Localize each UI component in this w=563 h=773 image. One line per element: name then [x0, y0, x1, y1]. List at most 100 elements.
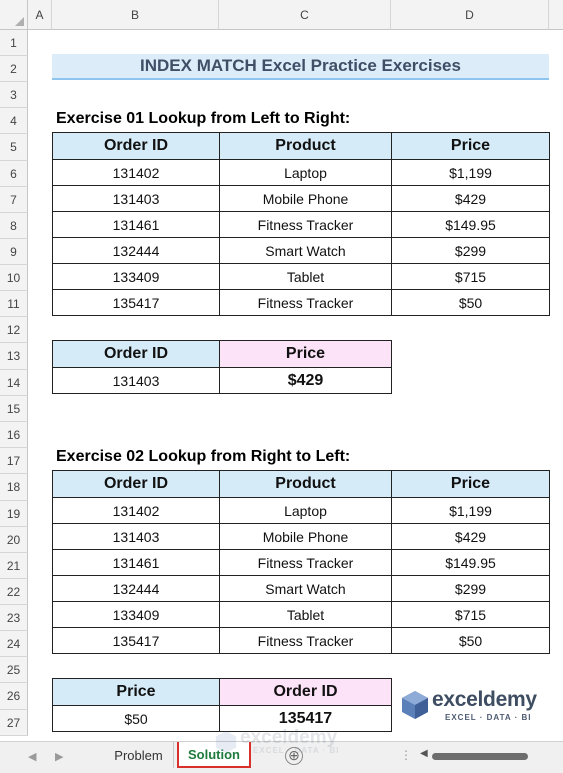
lookup-result-price[interactable]: $429 — [219, 367, 392, 394]
table-row: 131461 Fitness Tracker $149.95 — [52, 211, 550, 238]
lookup-input-price[interactable]: $50 — [52, 705, 220, 732]
row-header[interactable]: 23 — [0, 605, 28, 631]
row-header[interactable]: 14 — [0, 370, 28, 396]
row-header[interactable]: 21 — [0, 553, 28, 579]
lookup-result-order-id[interactable]: 135417 — [219, 705, 392, 732]
scrollbar-thumb[interactable] — [432, 753, 528, 760]
add-sheet-icon[interactable]: ⊕ — [285, 747, 303, 765]
exercise-1-label: Exercise 01 Lookup from Left to Right: — [56, 110, 351, 127]
header-price[interactable]: Price — [391, 470, 550, 498]
row-header[interactable]: 26 — [0, 683, 28, 710]
cell[interactable]: 132444 — [52, 237, 220, 264]
cell[interactable]: 132444 — [52, 575, 220, 602]
scroll-left-arrow-icon[interactable]: ◀ — [420, 748, 428, 759]
exceldemy-logo-icon — [402, 691, 428, 719]
cell[interactable]: $1,199 — [391, 159, 550, 186]
sheet-tab-bar: ◀ ▶ Problem Solution ⊕ ⋮ ◀ — [0, 741, 563, 773]
scroll-tabs-left-icon[interactable]: ◀ — [28, 750, 36, 763]
sheet-title: INDEX MATCH Excel Practice Exercises — [52, 54, 549, 80]
lookup-header-order-id[interactable]: Order ID — [52, 340, 220, 368]
cell[interactable]: $715 — [391, 263, 550, 290]
column-header-b[interactable]: B — [52, 0, 219, 30]
row-header[interactable]: 20 — [0, 527, 28, 553]
row-header[interactable]: 9 — [0, 239, 28, 265]
cell[interactable]: $149.95 — [391, 549, 550, 576]
tab-solution[interactable]: Solution — [177, 742, 251, 768]
column-header-c[interactable]: C — [219, 0, 391, 30]
cell[interactable]: $299 — [391, 237, 550, 264]
row-header[interactable]: 27 — [0, 710, 28, 736]
cell[interactable]: $50 — [391, 289, 550, 316]
cell[interactable]: Smart Watch — [219, 237, 392, 264]
lookup-header-price[interactable]: Price — [219, 340, 392, 368]
row-header[interactable]: 10 — [0, 265, 28, 291]
cell[interactable]: Mobile Phone — [219, 523, 392, 550]
row-header[interactable]: 4 — [0, 108, 28, 134]
column-header-d[interactable]: D — [391, 0, 549, 30]
header-product[interactable]: Product — [219, 132, 392, 160]
scroll-tabs-right-icon[interactable]: ▶ — [55, 750, 63, 763]
table-row: 131402 Laptop $1,199 — [52, 159, 550, 186]
lookup-header-order-id[interactable]: Order ID — [219, 678, 392, 706]
row-header[interactable]: 11 — [0, 291, 28, 317]
cell[interactable]: 131402 — [52, 497, 220, 524]
lookup-header-price[interactable]: Price — [52, 678, 220, 706]
row-header[interactable]: 7 — [0, 187, 28, 213]
cell[interactable]: 131403 — [52, 523, 220, 550]
cell[interactable]: 133409 — [52, 263, 220, 290]
header-order-id[interactable]: Order ID — [52, 132, 220, 160]
row-header[interactable]: 16 — [0, 422, 28, 448]
cell[interactable]: $1,199 — [391, 497, 550, 524]
row-header[interactable]: 17 — [0, 448, 28, 474]
cell[interactable]: 131402 — [52, 159, 220, 186]
row-header[interactable]: 8 — [0, 213, 28, 239]
cell[interactable]: $299 — [391, 575, 550, 602]
row-header[interactable]: 1 — [0, 30, 28, 56]
cell[interactable]: 135417 — [52, 627, 220, 654]
column-header-a[interactable]: A — [28, 0, 52, 30]
cell[interactable]: Mobile Phone — [219, 185, 392, 212]
cell[interactable]: $429 — [391, 523, 550, 550]
row-header[interactable]: 25 — [0, 657, 28, 683]
cell[interactable]: $715 — [391, 601, 550, 628]
cell[interactable]: Fitness Tracker — [219, 289, 392, 316]
cell[interactable]: 135417 — [52, 289, 220, 316]
row-header[interactable]: 24 — [0, 631, 28, 657]
cell[interactable]: Tablet — [219, 263, 392, 290]
tab-problem[interactable]: Problem — [104, 742, 174, 768]
cell[interactable]: 131461 — [52, 211, 220, 238]
row-header[interactable]: 5 — [0, 134, 28, 161]
row-header[interactable]: 2 — [0, 56, 28, 82]
cell[interactable]: Fitness Tracker — [219, 627, 392, 654]
cell[interactable]: Tablet — [219, 601, 392, 628]
header-product[interactable]: Product — [219, 470, 392, 498]
cell[interactable]: Fitness Tracker — [219, 549, 392, 576]
column-header-e[interactable] — [549, 0, 563, 30]
row-header[interactable]: 12 — [0, 317, 28, 343]
row-header[interactable]: 19 — [0, 501, 28, 527]
row-header[interactable]: 6 — [0, 161, 28, 187]
cell[interactable]: Fitness Tracker — [219, 211, 392, 238]
cell[interactable]: Smart Watch — [219, 575, 392, 602]
horizontal-scrollbar[interactable]: ◀ — [420, 748, 558, 762]
cell[interactable]: $50 — [391, 627, 550, 654]
exercise-1-table: Order ID Product Price 131402 Laptop $1,19… — [52, 132, 550, 316]
lookup-input-order-id[interactable]: 131403 — [52, 367, 220, 394]
row-header[interactable]: 15 — [0, 396, 28, 422]
cell[interactable]: $429 — [391, 185, 550, 212]
row-header[interactable]: 22 — [0, 579, 28, 605]
cell[interactable]: $149.95 — [391, 211, 550, 238]
header-price[interactable]: Price — [391, 132, 550, 160]
cell[interactable]: Laptop — [219, 159, 392, 186]
select-all-corner[interactable] — [0, 0, 28, 30]
row-header[interactable]: 3 — [0, 82, 28, 108]
cell[interactable]: 131403 — [52, 185, 220, 212]
cell[interactable]: 133409 — [52, 601, 220, 628]
row-header[interactable]: 18 — [0, 474, 28, 501]
row-header[interactable]: 13 — [0, 343, 28, 370]
header-order-id[interactable]: Order ID — [52, 470, 220, 498]
table-row: 132444 Smart Watch $299 — [52, 237, 550, 264]
cell[interactable]: Laptop — [219, 497, 392, 524]
cell[interactable]: 131461 — [52, 549, 220, 576]
tab-splitter-icon[interactable]: ⋮ — [400, 748, 412, 762]
